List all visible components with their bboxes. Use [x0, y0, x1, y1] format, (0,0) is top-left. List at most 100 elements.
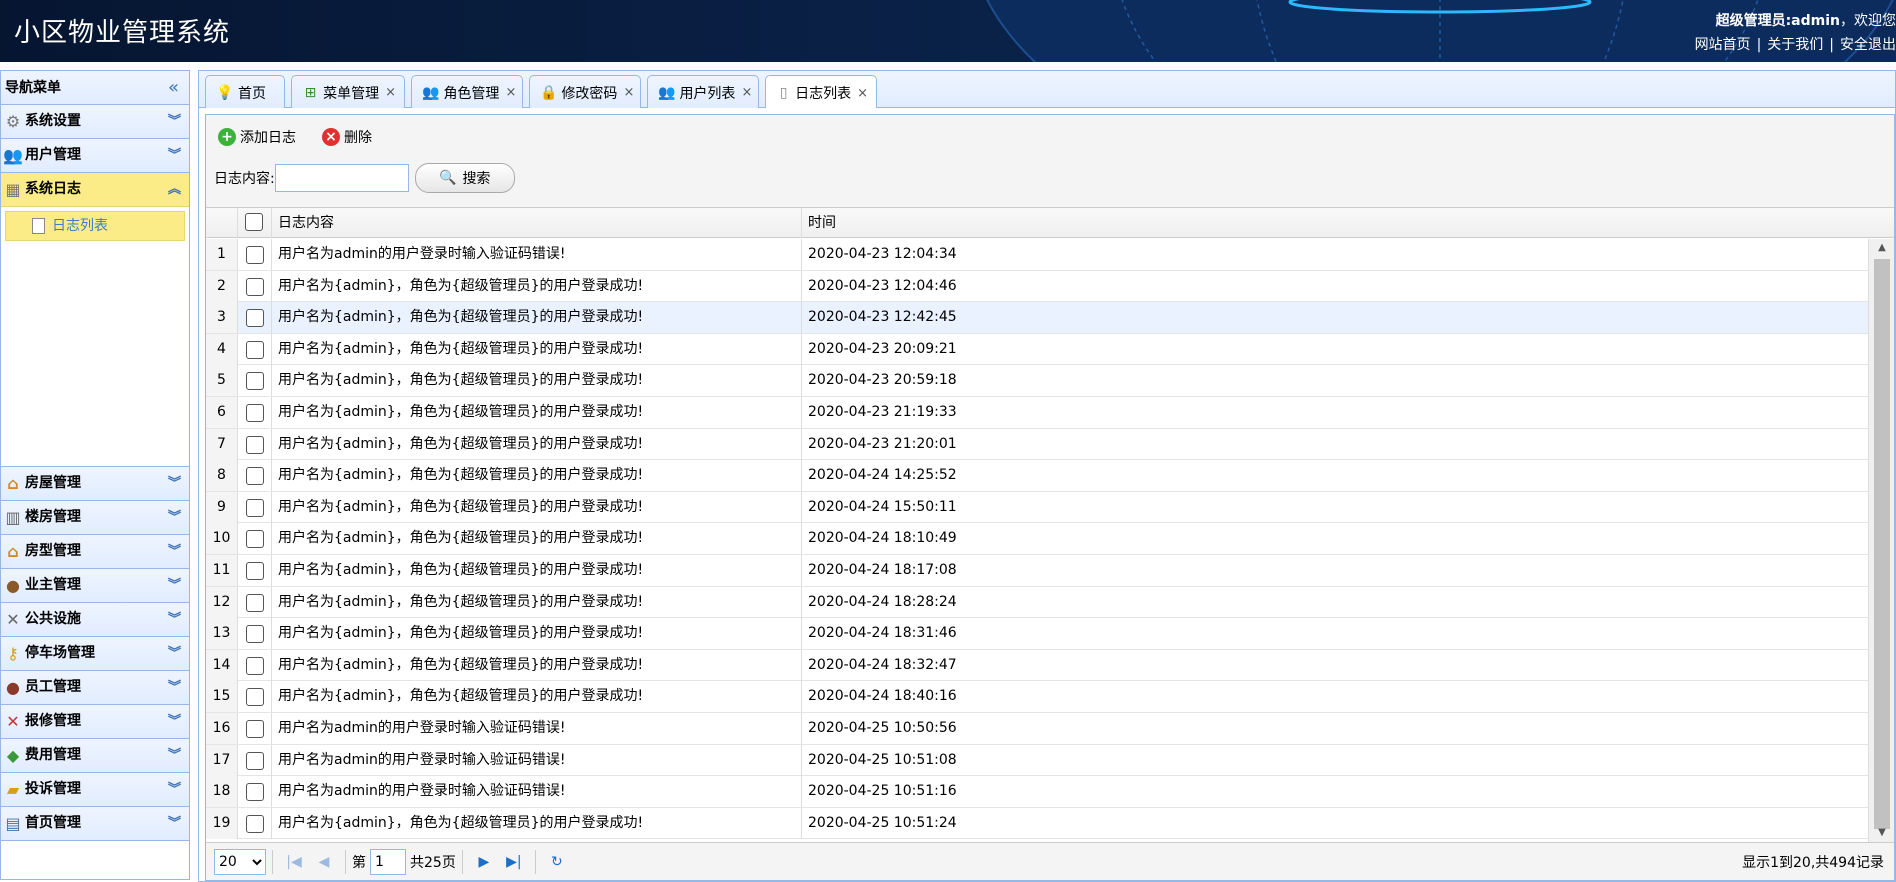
table-row[interactable]: 10 用户名为{admin}，角色为{超级管理员}的用户登录成功! 2020-04-…	[206, 523, 1868, 555]
nav-item-parking-management[interactable]: ⚷ 停车场管理 ︾	[1, 637, 189, 671]
row-checkbox[interactable]	[246, 277, 264, 296]
row-checkbox[interactable]	[246, 783, 264, 802]
table-row[interactable]: 8 用户名为{admin}，角色为{超级管理员}的用户登录成功! 2020-04-2…	[206, 460, 1868, 492]
nav-item-repair-management[interactable]: ✕ 报修管理 ︾	[1, 705, 189, 739]
tab-log-list[interactable]: ▯ 日志列表 ×	[765, 75, 877, 110]
row-checkbox[interactable]	[246, 467, 264, 486]
add-log-button[interactable]: + 添加日志	[218, 127, 296, 147]
close-icon[interactable]: ×	[505, 85, 516, 100]
table-row[interactable]: 13 用户名为{admin}，角色为{超级管理员}的用户登录成功! 2020-04-…	[206, 618, 1868, 650]
row-checkbox[interactable]	[246, 246, 264, 264]
vertical-scrollbar[interactable]: ▲ ▼	[1868, 239, 1894, 842]
nav-item-house-management[interactable]: ⌂ 房屋管理 ︾	[1, 467, 189, 501]
close-icon[interactable]: ×	[385, 85, 396, 100]
tab-menu-management[interactable]: ⊞ 菜单管理 ×	[291, 75, 405, 109]
scroll-up-icon[interactable]: ▲	[1869, 239, 1894, 257]
table-body: 1 用户名为admin的用户登录时输入验证码错误! 2020-04-23 12:04…	[206, 239, 1868, 842]
row-checkbox[interactable]	[246, 403, 264, 422]
log-time-cell: 2020-04-23 21:20:01	[808, 435, 957, 452]
nav-item-staff-management[interactable]: ● 员工管理 ︾	[1, 671, 189, 705]
row-checkbox[interactable]	[246, 435, 264, 454]
table-row[interactable]: 4 用户名为{admin}，角色为{超级管理员}的用户登录成功! 2020-04-2…	[206, 333, 1868, 366]
row-checkbox[interactable]	[246, 530, 264, 549]
table-row[interactable]: 1 用户名为admin的用户登录时输入验证码错误! 2020-04-23 12:04…	[206, 239, 1868, 271]
row-checkbox[interactable]	[246, 719, 264, 738]
house-icon: ⌂	[7, 473, 19, 493]
row-checkbox[interactable]	[246, 688, 264, 707]
nav-item-fee-management[interactable]: ◆ 费用管理 ︾	[1, 739, 189, 773]
row-checkbox[interactable]	[246, 309, 264, 328]
tab-label: 修改密码	[561, 85, 618, 102]
table-row[interactable]: 2 用户名为{admin}，角色为{超级管理员}的用户登录成功! 2020-04-2…	[206, 270, 1868, 303]
row-checkbox[interactable]	[246, 625, 264, 644]
app-title: 小区物业管理系统	[14, 18, 231, 48]
table-row[interactable]: 6 用户名为{admin}，角色为{超级管理员}的用户登录成功! 2020-04-2…	[206, 396, 1868, 429]
nav-item-complaint-management[interactable]: ▰ 投诉管理 ︾	[1, 773, 189, 807]
header-time[interactable]: 时间	[802, 208, 1802, 238]
table-row[interactable]: 11 用户名为{admin}，角色为{超级管理员}的用户登录成功! 2020-04-…	[206, 554, 1868, 587]
tab-user-list[interactable]: 👥 用户列表 ×	[647, 75, 759, 109]
link-about[interactable]: 关于我们	[1767, 37, 1823, 53]
nav-item-label: 楼房管理	[25, 509, 81, 525]
row-select	[238, 365, 272, 397]
prev-page-icon[interactable]: ◀	[309, 854, 339, 870]
refresh-icon[interactable]: ↻	[542, 854, 572, 870]
header-content[interactable]: 日志内容	[272, 208, 802, 238]
row-checkbox[interactable]	[246, 498, 264, 517]
log-content-input[interactable]	[274, 164, 409, 192]
select-all-checkbox[interactable]	[245, 213, 263, 231]
nav-item-room-type-management[interactable]: ⌂ 房型管理 ︾	[1, 535, 189, 569]
table-row[interactable]: 9 用户名为{admin}，角色为{超级管理员}的用户登录成功! 2020-04-2…	[206, 491, 1868, 524]
nav-item-owner-management[interactable]: ● 业主管理 ︾	[1, 569, 189, 603]
link-logout[interactable]: 安全退出	[1840, 37, 1896, 53]
nav-item-public-facilities[interactable]: ✕ 公共设施 ︾	[1, 603, 189, 637]
tab-home[interactable]: 💡 首页	[205, 75, 285, 109]
tab-label: 首页	[238, 85, 266, 102]
page-number-input[interactable]	[370, 848, 406, 875]
next-page-icon[interactable]: ▶	[469, 854, 499, 870]
close-icon[interactable]: ×	[623, 85, 634, 100]
search-button[interactable]: 🔍 搜索	[414, 163, 515, 193]
close-icon[interactable]: ×	[741, 85, 752, 100]
delete-button[interactable]: × 删除	[322, 127, 372, 147]
tab-change-password[interactable]: 🔒 修改密码 ×	[529, 75, 641, 109]
table-row[interactable]: 17 用户名为admin的用户登录时输入验证码错误! 2020-04-25 10:5…	[206, 744, 1868, 777]
row-checkbox[interactable]	[246, 814, 264, 833]
first-page-icon[interactable]: |◀	[279, 854, 309, 870]
table-row[interactable]: 3 用户名为{admin}，角色为{超级管理员}的用户登录成功! 2020-04-2…	[206, 302, 1868, 334]
nav-item-homepage-management[interactable]: ▤ 首页管理 ︾	[1, 807, 189, 841]
table-row[interactable]: 18 用户名为admin的用户登录时输入验证码错误! 2020-04-25 10:5…	[206, 776, 1868, 808]
close-icon[interactable]: ×	[857, 86, 868, 101]
table-row[interactable]: 7 用户名为{admin}，角色为{超级管理员}的用户登录成功! 2020-04-2…	[206, 428, 1868, 461]
nav-item-user-management[interactable]: 👥 用户管理 ︾	[1, 139, 189, 173]
log-content-cell: 用户名为admin的用户登录时输入验证码错误!	[272, 776, 802, 808]
table-row[interactable]: 19 用户名为{admin}，角色为{超级管理员}的用户登录成功! 2020-04-…	[206, 807, 1868, 840]
table-row[interactable]: 5 用户名为{admin}，角色为{超级管理员}的用户登录成功! 2020-04-2…	[206, 365, 1868, 397]
row-checkbox[interactable]	[246, 656, 264, 675]
tab-role-management[interactable]: 👥 角色管理 ×	[411, 75, 523, 109]
scrollbar-thumb[interactable]	[1874, 259, 1890, 829]
building-icon: ▥	[5, 507, 21, 527]
nav-item-system-log[interactable]: ▦ 系统日志 ︽	[1, 173, 189, 207]
table-row[interactable]: 14 用户名为{admin}，角色为{超级管理员}的用户登录成功! 2020-04-…	[206, 649, 1868, 682]
row-checkbox[interactable]	[246, 751, 264, 770]
row-checkbox[interactable]	[246, 593, 264, 612]
nav-sub-item-log-list[interactable]: 日志列表	[5, 211, 185, 241]
row-checkbox[interactable]	[246, 340, 264, 359]
log-content-cell: 用户名为{admin}，角色为{超级管理员}的用户登录成功!	[272, 523, 802, 555]
last-page-icon[interactable]: ▶|	[499, 854, 529, 870]
scroll-down-icon[interactable]: ▼	[1869, 824, 1894, 842]
table-row[interactable]: 15 用户名为{admin}，角色为{超级管理员}的用户登录成功! 2020-04-…	[206, 681, 1868, 713]
table-row[interactable]: 16 用户名为admin的用户登录时输入验证码错误! 2020-04-25 10:5…	[206, 712, 1868, 745]
link-home[interactable]: 网站首页	[1695, 37, 1751, 53]
page-size-select[interactable]: 20	[214, 848, 266, 875]
collapse-left-icon[interactable]: «	[168, 71, 179, 105]
log-time-cell: 2020-04-24 18:32:47	[808, 656, 957, 673]
row-number: 4	[206, 333, 238, 365]
nav-item-system-settings[interactable]: ⚙ 系统设置 ︾	[1, 105, 189, 139]
row-checkbox[interactable]	[246, 561, 264, 580]
row-select	[238, 807, 272, 839]
table-row[interactable]: 12 用户名为{admin}，角色为{超级管理员}的用户登录成功! 2020-04-…	[206, 586, 1868, 619]
row-checkbox[interactable]	[246, 372, 264, 391]
nav-item-building-management[interactable]: ▥ 楼房管理 ︾	[1, 501, 189, 535]
